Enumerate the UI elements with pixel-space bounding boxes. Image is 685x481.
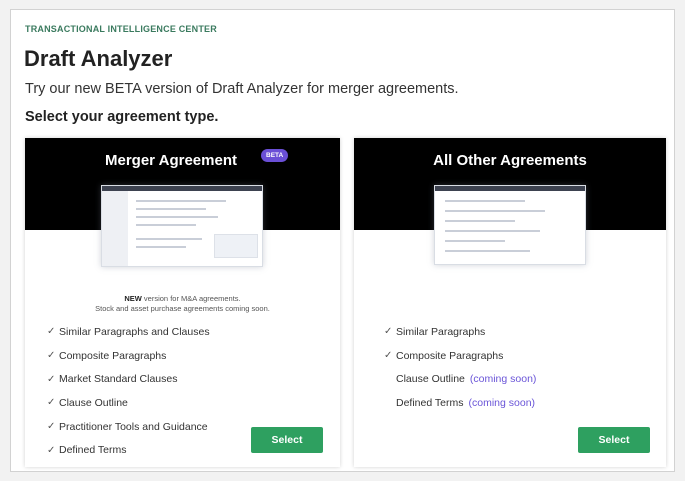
feature-item: ✓ Practitioner Tools and Guidance bbox=[47, 420, 208, 433]
checkmark-icon: ✓ bbox=[47, 373, 56, 385]
other-select-button[interactable]: Select bbox=[578, 427, 650, 453]
note-line-2: Stock and asset purchase agreements comi… bbox=[95, 304, 270, 313]
feature-item: ✓ Defined Terms bbox=[47, 444, 127, 457]
checkmark-icon: ✓ bbox=[47, 421, 56, 433]
merger-preview-image bbox=[101, 185, 263, 267]
feature-item: ✓ Composite Paragraphs bbox=[384, 349, 504, 362]
page-subtitle: Try our new BETA version of Draft Analyz… bbox=[25, 81, 459, 97]
feature-item: ✓ Clause Outline bbox=[47, 396, 128, 409]
feature-item: ✓ Similar Paragraphs bbox=[384, 325, 486, 338]
other-feature-list: ✓ Similar Paragraphs ✓ Composite Paragraph… bbox=[384, 320, 536, 415]
checkmark-icon: ✓ bbox=[47, 326, 56, 338]
feature-item: Clause Outline (coming soon) bbox=[396, 373, 537, 386]
new-label: NEW bbox=[124, 294, 142, 303]
coming-soon-label: (coming soon) bbox=[469, 373, 537, 386]
note-line-1: version for M&A agreements. bbox=[141, 294, 241, 303]
card-title: All Other Agreements bbox=[433, 152, 587, 169]
merger-agreement-card[interactable]: Merger Agreement BETA NEW version for M&… bbox=[25, 138, 340, 467]
feature-item: Defined Terms (coming soon) bbox=[396, 396, 536, 409]
beta-badge: BETA bbox=[261, 149, 289, 162]
page-title: Draft Analyzer bbox=[24, 46, 173, 71]
other-preview-image bbox=[434, 185, 586, 265]
draft-analyzer-panel: TRANSACTIONAL INTELLIGENCE CENTER Draft … bbox=[10, 9, 675, 472]
checkmark-icon: ✓ bbox=[47, 444, 56, 456]
feature-item: ✓ Composite Paragraphs bbox=[47, 349, 167, 362]
feature-item: ✓ Similar Paragraphs and Clauses bbox=[47, 325, 210, 338]
checkmark-icon: ✓ bbox=[47, 397, 56, 409]
card-title: Merger Agreement bbox=[105, 152, 237, 169]
checkmark-icon: ✓ bbox=[384, 326, 393, 338]
merger-feature-list: ✓ Similar Paragraphs and Clauses ✓ Composi… bbox=[47, 320, 210, 462]
feature-item: ✓ Market Standard Clauses bbox=[47, 373, 178, 386]
merger-select-button[interactable]: Select bbox=[251, 427, 323, 453]
all-other-agreements-card[interactable]: All Other Agreements ✓ Similar Paragraphs… bbox=[354, 138, 666, 467]
checkmark-icon: ✓ bbox=[384, 350, 393, 362]
checkmark-icon: ✓ bbox=[47, 350, 56, 362]
merger-note: NEW version for M&A agreements. Stock an… bbox=[25, 294, 340, 314]
selection-prompt: Select your agreement type. bbox=[25, 109, 219, 125]
coming-soon-label: (coming soon) bbox=[468, 396, 536, 409]
section-eyebrow: TRANSACTIONAL INTELLIGENCE CENTER bbox=[25, 24, 217, 34]
